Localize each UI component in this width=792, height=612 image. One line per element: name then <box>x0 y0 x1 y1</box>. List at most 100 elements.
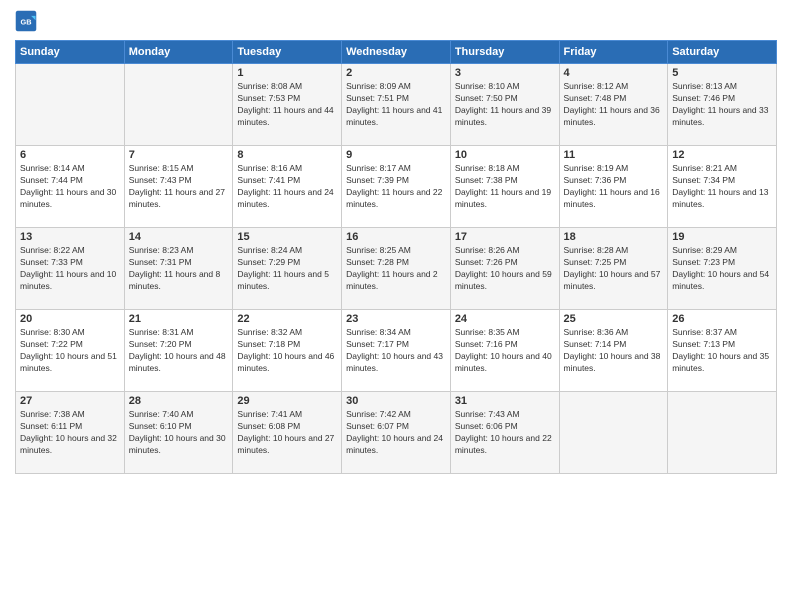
day-number: 21 <box>129 313 229 325</box>
day-info: Sunrise: 8:24 AM Sunset: 7:29 PM Dayligh… <box>237 245 337 293</box>
day-number: 5 <box>672 67 772 79</box>
day-info: Sunrise: 8:10 AM Sunset: 7:50 PM Dayligh… <box>455 81 555 129</box>
calendar-cell: 25 Sunrise: 8:36 AM Sunset: 7:14 PM Dayli… <box>559 310 668 392</box>
day-info: Sunrise: 8:21 AM Sunset: 7:34 PM Dayligh… <box>672 163 772 211</box>
day-info: Sunrise: 8:35 AM Sunset: 7:16 PM Dayligh… <box>455 327 555 375</box>
day-info: Sunrise: 8:09 AM Sunset: 7:51 PM Dayligh… <box>346 81 446 129</box>
day-header-tuesday: Tuesday <box>233 41 342 64</box>
logo-icon: GB <box>15 10 37 32</box>
calendar-cell: 3 Sunrise: 8:10 AM Sunset: 7:50 PM Daylig… <box>450 64 559 146</box>
calendar-cell: 15 Sunrise: 8:24 AM Sunset: 7:29 PM Dayli… <box>233 228 342 310</box>
calendar-cell: 7 Sunrise: 8:15 AM Sunset: 7:43 PM Daylig… <box>124 146 233 228</box>
day-number: 1 <box>237 67 337 79</box>
day-number: 24 <box>455 313 555 325</box>
day-number: 16 <box>346 231 446 243</box>
day-info: Sunrise: 8:12 AM Sunset: 7:48 PM Dayligh… <box>564 81 664 129</box>
day-header-monday: Monday <box>124 41 233 64</box>
day-info: Sunrise: 8:26 AM Sunset: 7:26 PM Dayligh… <box>455 245 555 293</box>
logo: GB <box>15 10 39 32</box>
day-number: 2 <box>346 67 446 79</box>
day-number: 17 <box>455 231 555 243</box>
day-info: Sunrise: 7:43 AM Sunset: 6:06 PM Dayligh… <box>455 409 555 457</box>
day-number: 10 <box>455 149 555 161</box>
day-info: Sunrise: 7:41 AM Sunset: 6:08 PM Dayligh… <box>237 409 337 457</box>
calendar-cell: 4 Sunrise: 8:12 AM Sunset: 7:48 PM Daylig… <box>559 64 668 146</box>
day-info: Sunrise: 8:36 AM Sunset: 7:14 PM Dayligh… <box>564 327 664 375</box>
calendar-cell: 26 Sunrise: 8:37 AM Sunset: 7:13 PM Dayli… <box>668 310 777 392</box>
day-info: Sunrise: 8:13 AM Sunset: 7:46 PM Dayligh… <box>672 81 772 129</box>
day-number: 14 <box>129 231 229 243</box>
day-info: Sunrise: 8:18 AM Sunset: 7:38 PM Dayligh… <box>455 163 555 211</box>
calendar-cell: 24 Sunrise: 8:35 AM Sunset: 7:16 PM Dayli… <box>450 310 559 392</box>
calendar-cell: 29 Sunrise: 7:41 AM Sunset: 6:08 PM Dayli… <box>233 392 342 474</box>
day-number: 28 <box>129 395 229 407</box>
calendar-cell: 31 Sunrise: 7:43 AM Sunset: 6:06 PM Dayli… <box>450 392 559 474</box>
day-number: 12 <box>672 149 772 161</box>
day-info: Sunrise: 8:15 AM Sunset: 7:43 PM Dayligh… <box>129 163 229 211</box>
calendar-cell: 20 Sunrise: 8:30 AM Sunset: 7:22 PM Dayli… <box>16 310 125 392</box>
day-number: 18 <box>564 231 664 243</box>
calendar-cell: 10 Sunrise: 8:18 AM Sunset: 7:38 PM Dayli… <box>450 146 559 228</box>
day-number: 29 <box>237 395 337 407</box>
day-number: 15 <box>237 231 337 243</box>
calendar-cell: 22Sunrise: 8:32 AM Sunset: 7:18 PM Dayli… <box>233 310 342 392</box>
day-number: 23 <box>346 313 446 325</box>
day-info: Sunrise: 8:29 AM Sunset: 7:23 PM Dayligh… <box>672 245 772 293</box>
day-info: Sunrise: 7:40 AM Sunset: 6:10 PM Dayligh… <box>129 409 229 457</box>
day-info: Sunrise: 8:37 AM Sunset: 7:13 PM Dayligh… <box>672 327 772 375</box>
day-number: 8 <box>237 149 337 161</box>
day-number: 9 <box>346 149 446 161</box>
day-number: 6 <box>20 149 120 161</box>
calendar-cell: 23 Sunrise: 8:34 AM Sunset: 7:17 PM Dayli… <box>342 310 451 392</box>
day-number: 20 <box>20 313 120 325</box>
calendar-cell: 8 Sunrise: 8:16 AM Sunset: 7:41 PM Daylig… <box>233 146 342 228</box>
day-info: Sunrise: 7:38 AM Sunset: 6:11 PM Dayligh… <box>20 409 120 457</box>
calendar-cell <box>16 64 125 146</box>
calendar-cell: 9 Sunrise: 8:17 AM Sunset: 7:39 PM Daylig… <box>342 146 451 228</box>
calendar-cell: 30 Sunrise: 7:42 AM Sunset: 6:07 PM Dayli… <box>342 392 451 474</box>
calendar-cell: 28 Sunrise: 7:40 AM Sunset: 6:10 PM Dayli… <box>124 392 233 474</box>
calendar-cell: 14 Sunrise: 8:23 AM Sunset: 7:31 PM Dayli… <box>124 228 233 310</box>
day-header-sunday: Sunday <box>16 41 125 64</box>
day-info: Sunrise: 8:30 AM Sunset: 7:22 PM Dayligh… <box>20 327 120 375</box>
calendar-cell: 27 Sunrise: 7:38 AM Sunset: 6:11 PM Dayli… <box>16 392 125 474</box>
day-info: Sunrise: 8:25 AM Sunset: 7:28 PM Dayligh… <box>346 245 446 293</box>
day-info: Sunrise: 8:08 AM Sunset: 7:53 PM Dayligh… <box>237 81 337 129</box>
calendar-cell: 19 Sunrise: 8:29 AM Sunset: 7:23 PM Dayli… <box>668 228 777 310</box>
calendar-cell: 13 Sunrise: 8:22 AM Sunset: 7:33 PM Dayli… <box>16 228 125 310</box>
day-info: Sunrise: 8:32 AM Sunset: 7:18 PM Dayligh… <box>237 327 337 375</box>
day-number: 19 <box>672 231 772 243</box>
day-info: Sunrise: 8:28 AM Sunset: 7:25 PM Dayligh… <box>564 245 664 293</box>
calendar-table: SundayMondayTuesdayWednesdayThursdayFrid… <box>15 40 777 474</box>
calendar-cell: 16 Sunrise: 8:25 AM Sunset: 7:28 PM Dayli… <box>342 228 451 310</box>
day-header-wednesday: Wednesday <box>342 41 451 64</box>
day-info: Sunrise: 7:42 AM Sunset: 6:07 PM Dayligh… <box>346 409 446 457</box>
day-number: 7 <box>129 149 229 161</box>
calendar-cell: 18 Sunrise: 8:28 AM Sunset: 7:25 PM Dayli… <box>559 228 668 310</box>
day-info: Sunrise: 8:17 AM Sunset: 7:39 PM Dayligh… <box>346 163 446 211</box>
day-info: Sunrise: 8:31 AM Sunset: 7:20 PM Dayligh… <box>129 327 229 375</box>
day-number: 25 <box>564 313 664 325</box>
calendar-cell <box>559 392 668 474</box>
day-header-thursday: Thursday <box>450 41 559 64</box>
calendar-cell: 21 Sunrise: 8:31 AM Sunset: 7:20 PM Dayli… <box>124 310 233 392</box>
day-info: Sunrise: 8:19 AM Sunset: 7:36 PM Dayligh… <box>564 163 664 211</box>
day-info: Sunrise: 8:16 AM Sunset: 7:41 PM Dayligh… <box>237 163 337 211</box>
day-number: 4 <box>564 67 664 79</box>
day-number: 26 <box>672 313 772 325</box>
day-number: 30 <box>346 395 446 407</box>
day-header-saturday: Saturday <box>668 41 777 64</box>
day-number: 31 <box>455 395 555 407</box>
calendar-cell: 2 Sunrise: 8:09 AM Sunset: 7:51 PM Daylig… <box>342 64 451 146</box>
calendar-cell: 6Sunrise: 8:14 AM Sunset: 7:44 PM Daylig… <box>16 146 125 228</box>
calendar-cell: 5 Sunrise: 8:13 AM Sunset: 7:46 PM Daylig… <box>668 64 777 146</box>
day-header-friday: Friday <box>559 41 668 64</box>
day-info: Sunrise: 8:22 AM Sunset: 7:33 PM Dayligh… <box>20 245 120 293</box>
day-number: 3 <box>455 67 555 79</box>
calendar-cell: 11Sunrise: 8:19 AM Sunset: 7:36 PM Dayli… <box>559 146 668 228</box>
day-number: 27 <box>20 395 120 407</box>
day-info: Sunrise: 8:23 AM Sunset: 7:31 PM Dayligh… <box>129 245 229 293</box>
day-number: 13 <box>20 231 120 243</box>
day-info: Sunrise: 8:34 AM Sunset: 7:17 PM Dayligh… <box>346 327 446 375</box>
svg-text:GB: GB <box>21 18 32 27</box>
